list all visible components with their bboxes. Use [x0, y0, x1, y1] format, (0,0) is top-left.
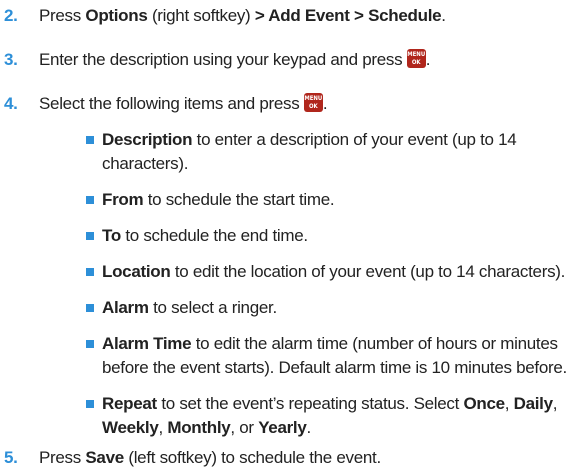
- option-monthly: Monthly: [167, 418, 231, 437]
- step-number: 5.: [4, 448, 18, 467]
- item-description: to schedule the end time.: [120, 226, 308, 245]
- key-icon-line: OK: [308, 103, 318, 111]
- step-text-part: Enter the description using your keypad …: [39, 50, 407, 69]
- bullet-icon: [86, 196, 94, 204]
- item-term: Description: [102, 130, 193, 149]
- key-icon-line: OK: [411, 59, 421, 67]
- item-term: Alarm: [102, 298, 149, 317]
- list-item-text: Repeat to set the event’s repeating stat…: [102, 392, 574, 440]
- step-text-part: Select the following items and press: [39, 94, 304, 113]
- item-description: to edit the location of your event (up t…: [170, 262, 566, 281]
- step-text-part: .: [322, 94, 328, 113]
- bullet-icon: [86, 304, 94, 312]
- option-weekly: Weekly: [102, 418, 159, 437]
- option-once: Once: [463, 394, 505, 413]
- list-item-text: Alarm to select a ringer.: [102, 296, 574, 320]
- list-item-text: Alarm Time to edit the alarm time (numbe…: [102, 332, 574, 380]
- list-item-text: From to schedule the start time.: [102, 188, 574, 212]
- separator: ,: [552, 394, 558, 413]
- step-number: 4.: [4, 94, 18, 113]
- separator: ,: [504, 394, 514, 413]
- separator: ,: [158, 418, 168, 437]
- option-yearly: Yearly: [258, 418, 307, 437]
- step-text: Enter the description using your keypad …: [39, 48, 575, 72]
- separator: .: [306, 418, 312, 437]
- step-text: Select the following items and press MEN…: [39, 92, 575, 116]
- item-description: to select a ringer.: [148, 298, 277, 317]
- list-item-text: Location to edit the location of your ev…: [102, 260, 574, 284]
- step-text-part: Press: [39, 448, 86, 467]
- item-term: Alarm Time: [102, 334, 192, 353]
- bullet-icon: [86, 268, 94, 276]
- item-description: to schedule the start time.: [143, 190, 335, 209]
- step-number: 3.: [4, 50, 18, 69]
- list-item-text: To to schedule the end time.: [102, 224, 574, 248]
- options-label: Options: [85, 6, 148, 25]
- step-text: Press Save (left softkey) to schedule th…: [39, 446, 575, 470]
- step-number: 2.: [4, 6, 18, 25]
- item-term: To: [102, 226, 121, 245]
- menu-ok-key-icon: MENU OK: [406, 49, 426, 69]
- menu-ok-key-icon: MENU OK: [303, 93, 323, 113]
- item-term: From: [102, 190, 144, 209]
- option-daily: Daily: [513, 394, 553, 413]
- item-description: characters).: [102, 154, 189, 173]
- item-term: Location: [102, 262, 171, 281]
- menu-path: > Add Event > Schedule: [254, 6, 442, 25]
- item-description: to enter a description of your event (up…: [192, 130, 517, 149]
- bullet-icon: [86, 232, 94, 240]
- separator: , or: [230, 418, 259, 437]
- save-label: Save: [85, 448, 124, 467]
- key-icon-line: MENU: [407, 51, 426, 59]
- step-text-part: (left softkey) to schedule the event.: [123, 448, 381, 467]
- step-text-part: .: [441, 6, 446, 25]
- bullet-icon: [86, 340, 94, 348]
- item-term: Repeat: [102, 394, 157, 413]
- bullet-icon: [86, 400, 94, 408]
- item-description: to set the event’s repeating status. Sel…: [156, 394, 464, 413]
- step-text: Press Options (right softkey) > Add Even…: [39, 4, 575, 28]
- step-text-part: Press: [39, 6, 86, 25]
- bullet-icon: [86, 136, 94, 144]
- item-description: before the event starts). Default alarm …: [102, 358, 567, 377]
- list-item-text: Description to enter a description of yo…: [102, 128, 574, 176]
- item-description: to edit the alarm time (number of hours …: [191, 334, 558, 353]
- step-text-part: .: [425, 50, 431, 69]
- key-icon-line: MENU: [304, 95, 323, 103]
- step-text-part: (right softkey): [147, 6, 255, 25]
